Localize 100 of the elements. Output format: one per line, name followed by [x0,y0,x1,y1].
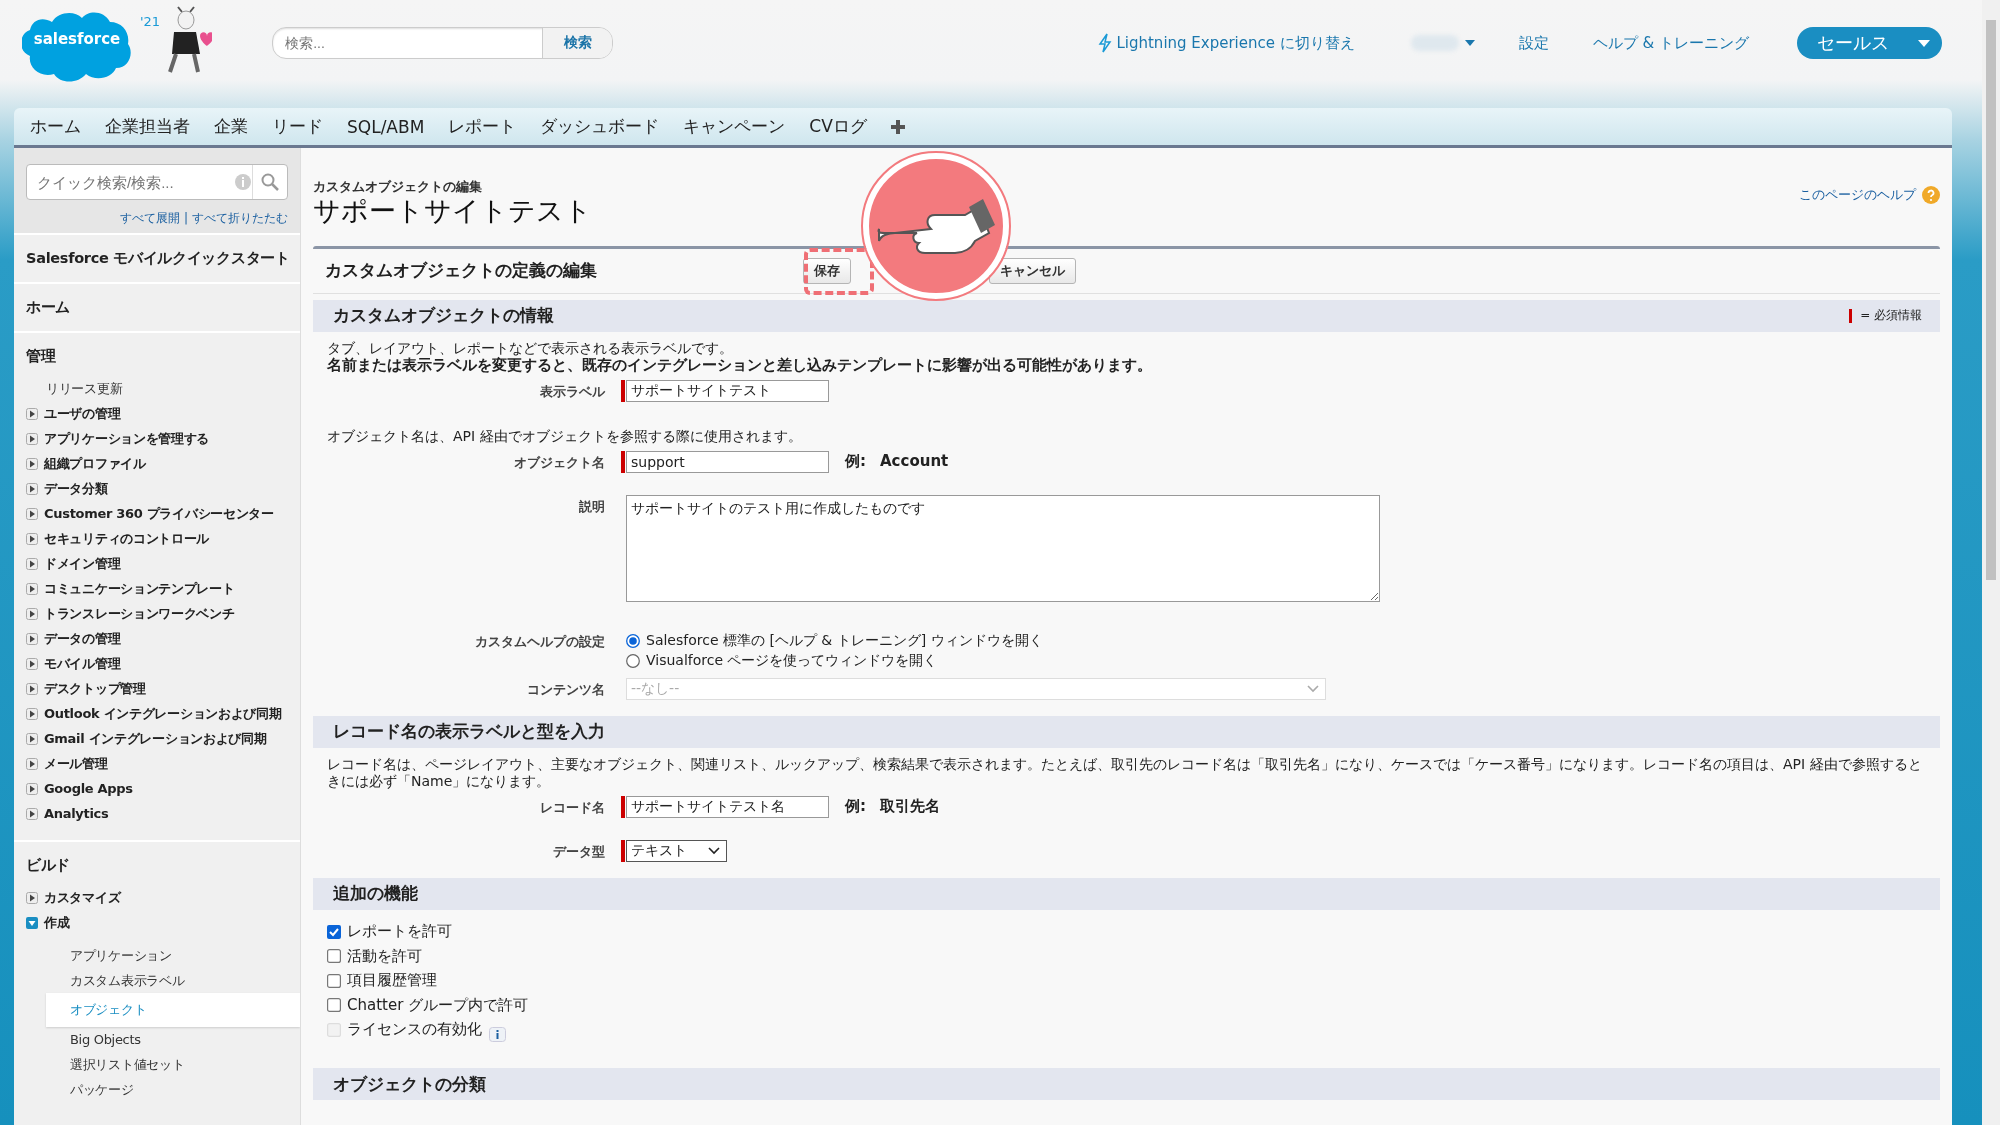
example-value: 取引先名 [880,797,940,817]
required-marker [1849,308,1853,323]
field-label: 表示ラベル [539,382,605,401]
checkbox[interactable] [327,998,341,1013]
nav-tab[interactable]: ホーム [18,108,93,145]
expand-toggle-icon[interactable] [26,632,38,645]
sidebar-item[interactable]: コミュニケーションテンプレート [44,579,235,598]
text-field[interactable]: サポートサイトテスト [626,379,829,402]
sidebar-item[interactable]: Google Apps [44,781,133,796]
expand-toggle-icon[interactable] [26,432,38,445]
header-link[interactable]: ヘルプ & トレーニング [1592,33,1749,53]
checkbox[interactable] [327,924,341,939]
nav-tab[interactable]: レポート [436,108,529,145]
expand-toggle-icon[interactable] [26,407,38,420]
sidebar-item[interactable]: アプリケーションを管理する [44,429,210,448]
expand-toggle-icon[interactable] [26,482,38,495]
help-link[interactable]: このページのヘルプ [1799,186,1916,204]
expand-toggle-icon[interactable] [26,707,38,720]
expand-toggle-icon[interactable] [26,507,38,520]
sidebar-subitem[interactable]: Big Objects [26,1027,292,1052]
sidebar-subitem[interactable]: 選択リスト値セット [26,1052,292,1077]
section-title: 追加の機能 [333,882,418,906]
nav-tab[interactable]: CVログ [797,108,879,145]
sidebar-item[interactable]: ドメイン管理 [44,554,121,573]
nav-tab[interactable]: リード [260,108,335,145]
radio-button[interactable] [626,653,640,668]
dropdown: --なし-- [626,677,1326,700]
expand-toggle-icon[interactable] [26,891,38,904]
scrollbar-thumb[interactable] [1986,20,1996,580]
sidebar-heading[interactable]: ビルド [26,856,292,875]
app-menu-button[interactable]: セールス [1797,27,1942,59]
form-button[interactable]: キャンセル [989,257,1076,284]
sidebar-heading[interactable]: 管理 [26,347,292,366]
sidebar-subitem[interactable]: アプリケーション [26,943,292,968]
search-field[interactable]: 検索... 検索 [272,27,614,59]
user-menu[interactable] [1410,35,1475,51]
expand-toggle-icon[interactable] [26,757,38,770]
sidebar-item[interactable]: データの管理 [44,629,121,648]
text-field[interactable]: サポートサイトテスト名 [626,795,829,818]
search-field[interactable]: 検索... [273,28,543,58]
expand-toggle-icon[interactable] [26,607,38,620]
checkbox-label: 活動を許可 [347,946,422,966]
expand-toggle-icon[interactable] [26,457,38,470]
lightning-link[interactable]: Lightning Experience に切り替え [1098,33,1355,53]
sidebar-subitem[interactable]: パッケージ [26,1077,292,1102]
checkbox-label: Chatter グループ内で許可 [347,995,529,1015]
sidebar-item[interactable]: Analytics [44,806,109,821]
expand-toggle-icon[interactable] [26,532,38,545]
expand-toggle-icon[interactable] [26,682,38,695]
sidebar-item[interactable]: セキュリティのコントロール [44,529,210,548]
expand-toggle-icon[interactable] [26,657,38,670]
sidebar-item[interactable]: メール管理 [44,754,108,773]
sidebar-item[interactable]: モバイル管理 [44,654,121,673]
sidebar-item[interactable]: リリース更新 [46,379,123,398]
description-field[interactable]: サポートサイトのテスト用に作成したものです [626,494,1380,602]
quick-search-field[interactable]: クイック検索/検索... [27,173,234,191]
form-button[interactable]: 保存 [803,257,851,284]
nav-tab[interactable]: ダッシュボード [528,108,672,145]
sidebar-subitem[interactable]: オブジェクト [46,993,300,1027]
sidebar-item[interactable]: デスクトップ管理 [44,679,146,698]
expand-toggle-icon[interactable] [26,782,38,795]
sidebar-item[interactable]: 組織プロファイル [44,454,146,473]
sidebar-item[interactable]: データ分類 [44,479,108,498]
search-button[interactable]: 検索 [542,28,613,58]
text-field[interactable]: support [626,450,829,473]
quick-search-field[interactable]: クイック検索/検索... [26,164,288,200]
plus-icon[interactable] [890,119,905,134]
sidebar-item[interactable]: 作成 [44,913,70,932]
checkbox[interactable] [327,973,341,988]
sidebar-item[interactable]: トランスレーションワークベンチ [44,604,235,623]
checkbox[interactable] [327,949,341,964]
expand-toggle-icon[interactable] [26,582,38,595]
sidebar-item[interactable]: カスタマイズ [44,888,121,907]
field-label: レコード名 [539,798,605,817]
header-link[interactable]: 設定 [1518,33,1549,53]
expand-all-link[interactable]: すべて展開 [119,211,180,225]
nav-tab[interactable]: SQL/ABM [335,108,437,145]
sidebar-heading[interactable]: Salesforce モバイルクイックスタート [26,249,292,268]
sidebar-item[interactable]: Customer 360 プライバシーセンター [44,504,274,523]
nav-tab[interactable]: 企業 [202,108,260,145]
expand-toggle-icon[interactable] [26,732,38,745]
dropdown[interactable]: テキスト [626,839,727,862]
nav-tab[interactable]: 企業担当者 [93,108,202,145]
sidebar-subitem[interactable]: カスタム表示ラベル [26,968,292,993]
expand-toggle-icon[interactable] [26,557,38,570]
field-label: 説明 [578,497,605,516]
collapse-all-link[interactable]: すべて折りたたむ [192,211,288,225]
expand-toggle-icon[interactable] [26,807,38,820]
example-value: Account [880,452,949,472]
search-icon[interactable] [261,173,279,191]
sidebar-item[interactable]: Outlook インテグレーションおよび同期 [44,704,282,723]
example-label: 例: [845,452,866,472]
sidebar-item[interactable]: ユーザの管理 [44,404,121,423]
sidebar-item[interactable]: Gmail インテグレーションおよび同期 [44,729,267,748]
nav-tab[interactable]: キャンペーン [671,108,798,145]
radio-button[interactable] [626,633,640,648]
sidebar-heading[interactable]: ホーム [26,298,292,317]
expand-toggle-icon[interactable] [26,916,38,929]
checkbox-label: 項目履歴管理 [347,971,437,991]
help-text: レコード名は、ページレイアウト、主要なオブジェクト、関連リスト、ルックアップ、検索結果で表示されます。たとえば、取引先のレコード名は「取引先名」になり、ケースでは「ケース番号」になります。レコード名の項目は、API 経由で参照するときには必ず「Name」になります。 [327,755,1923,790]
